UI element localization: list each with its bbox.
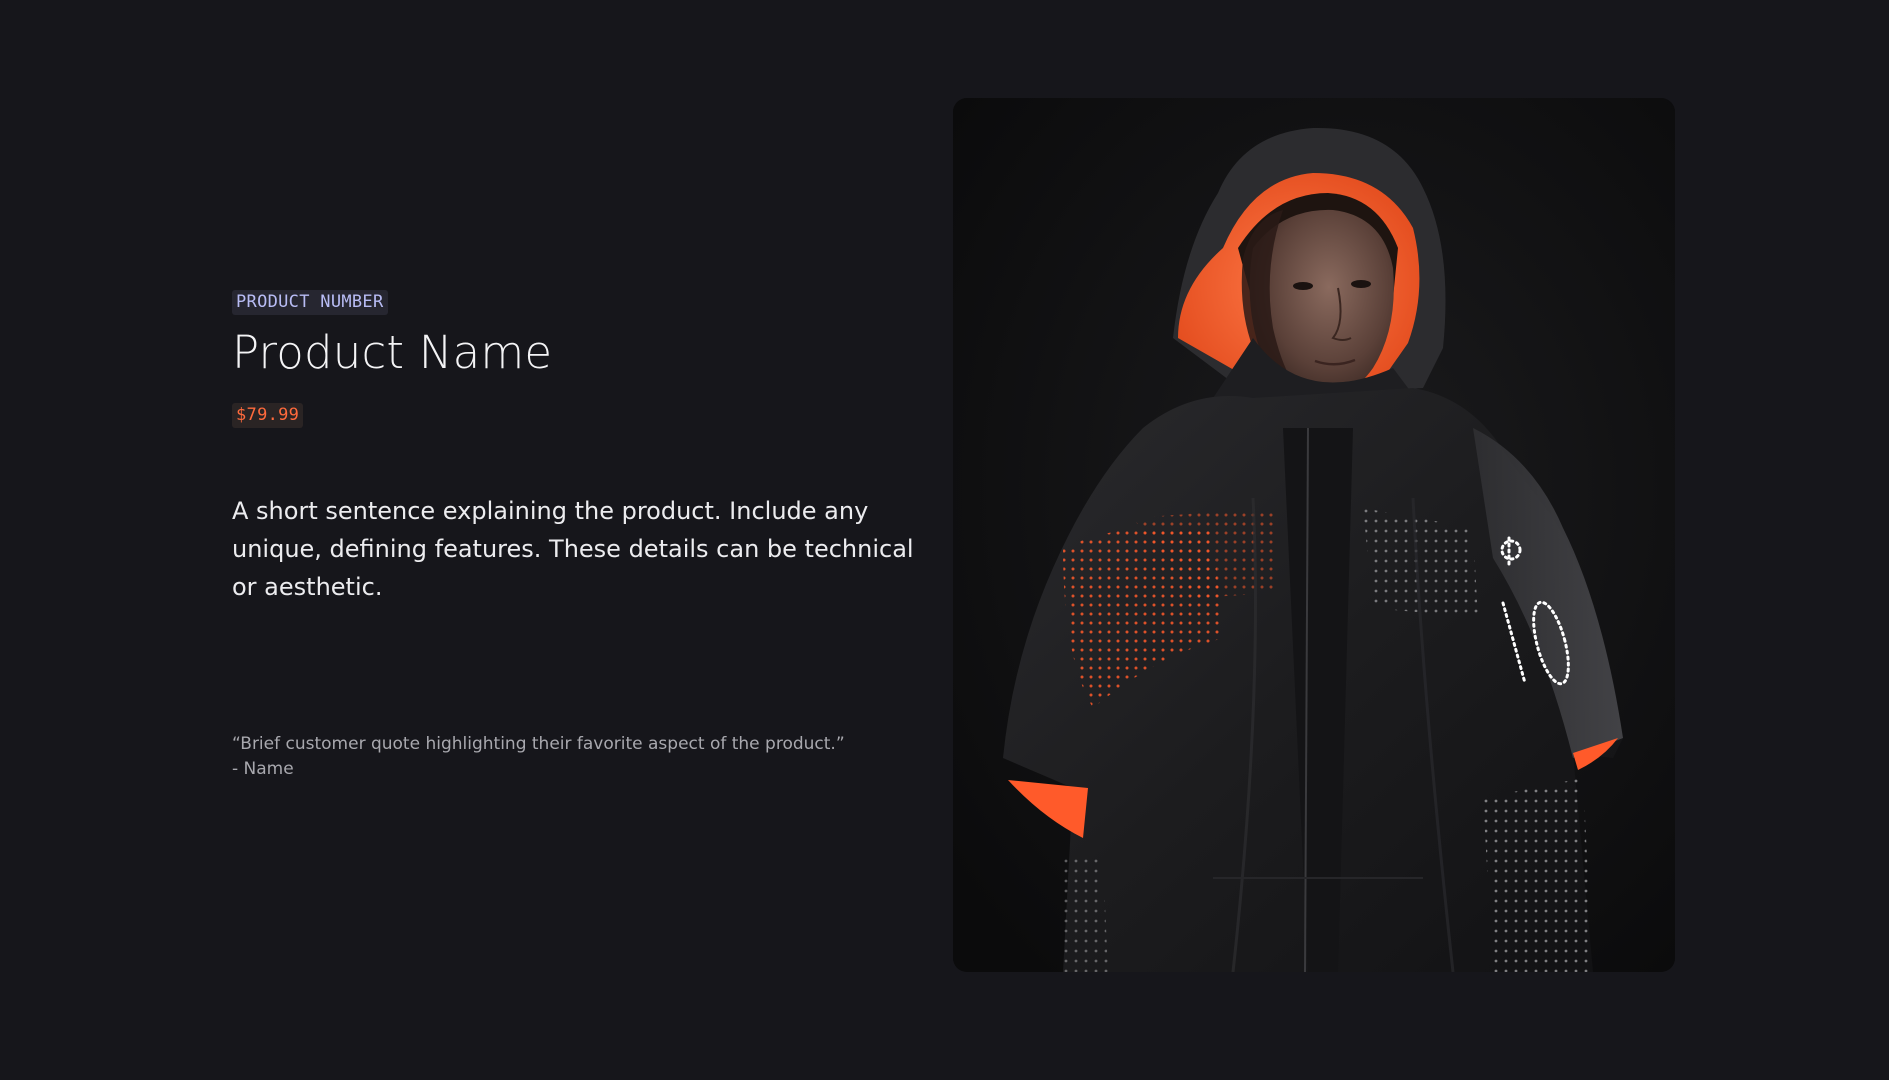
product-info: PRODUCT NUMBER Product Name $79.99 A sho…: [232, 290, 932, 606]
product-number-tag: PRODUCT NUMBER: [232, 290, 388, 315]
product-photo-illustration: [953, 98, 1675, 972]
product-photo: [953, 98, 1675, 972]
testimonial-quote: “Brief customer quote highlighting their…: [232, 734, 845, 754]
product-description: A short sentence explaining the product.…: [232, 497, 914, 601]
testimonial-author: - Name: [232, 759, 294, 779]
price-tag: $79.99: [232, 403, 304, 428]
customer-testimonial: “Brief customer quote highlighting their…: [232, 732, 932, 782]
product-page: PRODUCT NUMBER Product Name $79.99 A sho…: [0, 0, 1889, 1080]
product-name-heading: Product Name: [232, 326, 553, 379]
